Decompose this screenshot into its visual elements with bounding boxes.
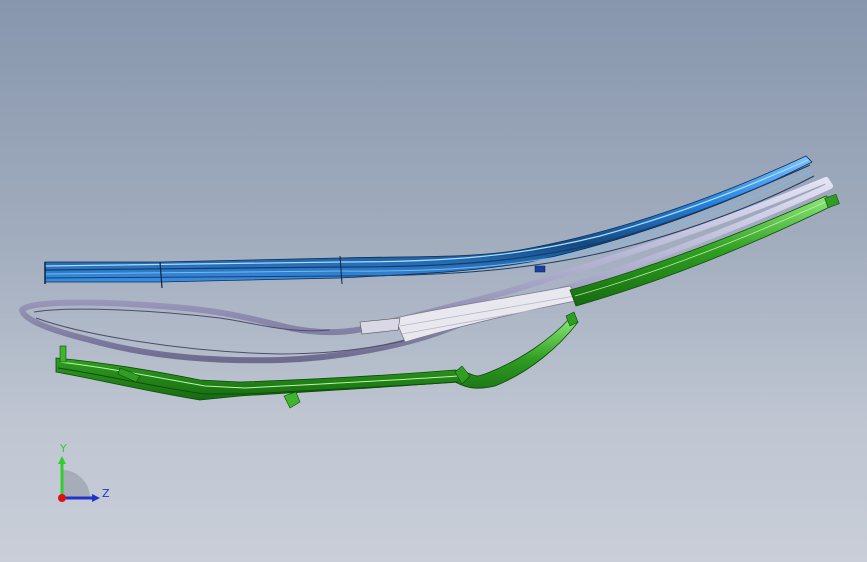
triad-plane-shading [62, 470, 90, 498]
upper-rail-assembly[interactable] [44, 155, 815, 289]
z-axis-arrowhead [92, 494, 100, 502]
y-axis-arrowhead [58, 456, 66, 464]
z-axis-label: Z [102, 487, 110, 500]
graphics-viewport[interactable]: Y Z [0, 0, 867, 562]
upper-green-strip[interactable] [569, 193, 840, 307]
cad-scene[interactable] [0, 0, 867, 562]
reference-triad: Y Z [58, 442, 110, 502]
y-axis-label: Y [59, 442, 67, 455]
x-axis-point [58, 494, 66, 502]
